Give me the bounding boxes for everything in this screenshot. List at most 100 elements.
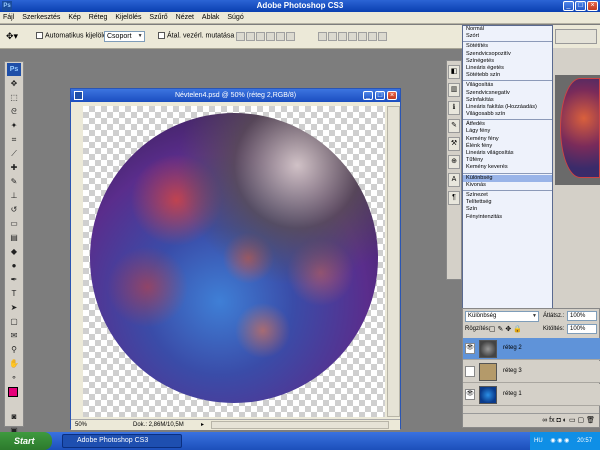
tool-presets-panel-icon[interactable]: ⚒	[448, 137, 460, 151]
align-hcenter-icon[interactable]	[276, 32, 285, 41]
doc-minimize-icon[interactable]: _	[363, 91, 373, 100]
blend-option[interactable]: Színfakítás	[463, 97, 552, 104]
blend-option[interactable]: Szín	[463, 206, 552, 213]
menu-image[interactable]: Kép	[65, 12, 83, 24]
menu-help[interactable]: Súgó	[224, 12, 246, 24]
blend-option[interactable]: Kemény keverés	[463, 164, 552, 171]
move-tool-icon[interactable]: ✥▾	[6, 31, 18, 42]
eyedropper-tool-icon[interactable]: ⚲	[7, 343, 21, 356]
auto-select-dropdown[interactable]: Csoport	[104, 31, 145, 42]
brush-tool-icon[interactable]: ✎	[7, 175, 21, 188]
zoom-level[interactable]: 50%	[75, 420, 87, 430]
distribute-hcenter-icon[interactable]	[358, 32, 367, 41]
shape-tool-icon[interactable]: ▢	[7, 315, 21, 328]
blend-option[interactable]: Kemény fény	[463, 136, 552, 143]
distribute-left-icon[interactable]	[348, 32, 357, 41]
blend-option[interactable]: Szendvicsnegatív	[463, 90, 552, 97]
blend-option[interactable]: Sötétítés	[463, 43, 552, 50]
menu-file[interactable]: Fájl	[0, 12, 17, 24]
menu-select[interactable]: Kijelölés	[112, 12, 144, 24]
distribute-top-icon[interactable]	[318, 32, 327, 41]
crop-tool-icon[interactable]: ⌗	[7, 133, 21, 146]
path-selection-tool-icon[interactable]: ➤	[7, 301, 21, 314]
blend-option[interactable]: Fényintenzitás	[463, 214, 552, 221]
menu-layer[interactable]: Réteg	[86, 12, 111, 24]
blend-option[interactable]: Lineáris fakítás (Hozzáadás)	[463, 104, 552, 111]
workspace-button[interactable]	[555, 29, 597, 44]
eye-icon[interactable]: 👁	[465, 389, 475, 400]
blend-option[interactable]: Normál	[463, 26, 552, 33]
dodge-tool-icon[interactable]: ●	[7, 259, 21, 272]
menu-view[interactable]: Nézet	[173, 12, 197, 24]
navigator-thumbnail[interactable]	[560, 78, 600, 178]
histogram-panel-icon[interactable]: ▥	[448, 83, 460, 97]
quick-mask-icon[interactable]: ◙	[7, 410, 21, 423]
lasso-tool-icon[interactable]: ᘓ	[7, 105, 21, 118]
fill-field[interactable]: 100%	[567, 324, 597, 334]
align-top-icon[interactable]	[236, 32, 245, 41]
distribute-right-icon[interactable]	[368, 32, 377, 41]
language-indicator[interactable]: HU	[534, 438, 543, 444]
brushes-panel-icon[interactable]: ✎	[448, 119, 460, 133]
close-icon[interactable]: ×	[587, 1, 598, 11]
clone-source-panel-icon[interactable]: ⊕	[448, 155, 460, 169]
menu-window[interactable]: Ablak	[199, 12, 223, 24]
horizontal-scrollbar[interactable]	[211, 421, 389, 429]
blend-option-selected[interactable]: Különbség	[463, 174, 552, 182]
blend-option[interactable]: Világosabb szín	[463, 111, 552, 118]
status-menu-icon[interactable]: ▸	[201, 420, 204, 430]
character-panel-icon[interactable]: A	[448, 173, 460, 187]
blend-option[interactable]: Sötétebb szín	[463, 72, 552, 79]
blend-option[interactable]: Tűfény	[463, 157, 552, 164]
healing-brush-tool-icon[interactable]: ✚	[7, 161, 21, 174]
eye-icon[interactable]: 👁	[465, 343, 475, 354]
group-icon[interactable]: ▭	[569, 417, 576, 424]
blend-option[interactable]: Színezet	[463, 192, 552, 199]
layer-row[interactable]: 👁 réteg 2	[463, 338, 600, 360]
blend-option[interactable]: Világosítás	[463, 82, 552, 89]
blend-mode-select[interactable]: Különbség	[465, 311, 539, 322]
menu-filter[interactable]: Szűrő	[146, 12, 170, 24]
notes-tool-icon[interactable]: ✉	[7, 329, 21, 342]
maximize-icon[interactable]: □	[575, 1, 586, 11]
distribute-vcenter-icon[interactable]	[328, 32, 337, 41]
slice-tool-icon[interactable]: ⟋	[7, 147, 21, 160]
blend-option[interactable]: Lineáris égetés	[463, 65, 552, 72]
new-layer-icon[interactable]: ▢	[578, 417, 585, 424]
vertical-scrollbar[interactable]	[387, 106, 400, 417]
color-swatches[interactable]	[7, 385, 22, 409]
doc-maximize-icon[interactable]: □	[375, 91, 385, 100]
blend-option[interactable]: Kivonás	[463, 182, 552, 189]
move-tool-icon[interactable]: ✥	[7, 77, 21, 90]
navigator-panel-icon[interactable]: ◧	[448, 65, 460, 79]
blend-option[interactable]: Lineáris világosítás	[463, 150, 552, 157]
doc-close-icon[interactable]: ×	[387, 91, 397, 100]
minimize-icon[interactable]: _	[563, 1, 574, 11]
document-canvas[interactable]	[83, 106, 385, 417]
align-bottom-icon[interactable]	[256, 32, 265, 41]
fx-icon[interactable]: fx	[549, 417, 554, 424]
tray-icons[interactable]: ◉ ◉ ◉	[550, 438, 569, 444]
history-brush-tool-icon[interactable]: ↺	[7, 203, 21, 216]
pen-tool-icon[interactable]: ✒	[7, 273, 21, 286]
align-vcenter-icon[interactable]	[246, 32, 255, 41]
start-button[interactable]: Start	[0, 432, 52, 450]
paragraph-panel-icon[interactable]: ¶	[448, 191, 460, 205]
link-icon[interactable]: ∞	[542, 417, 547, 424]
align-right-icon[interactable]	[286, 32, 295, 41]
layer-row[interactable]: 👁 réteg 1	[463, 384, 600, 406]
marquee-tool-icon[interactable]: ⬚	[7, 91, 21, 104]
blend-option[interactable]: Lágy fény	[463, 128, 552, 135]
eraser-tool-icon[interactable]: ▭	[7, 217, 21, 230]
lock-icons[interactable]: ▢ ✎ ✥ 🔒	[489, 325, 522, 333]
info-panel-icon[interactable]: ℹ	[448, 101, 460, 115]
blend-option[interactable]: Élénk fény	[463, 143, 552, 150]
blur-tool-icon[interactable]: ◆	[7, 245, 21, 258]
layers-footer-buttons[interactable]: ∞ fx ◘ ◐ ▭ ▢ 🗑	[463, 413, 599, 427]
blend-option[interactable]: Telítettség	[463, 199, 552, 206]
mask-icon[interactable]: ◘	[557, 417, 561, 424]
gradient-tool-icon[interactable]: ▤	[7, 231, 21, 244]
menu-edit[interactable]: Szerkesztés	[19, 12, 63, 24]
distribute-bottom-icon[interactable]	[338, 32, 347, 41]
zoom-tool-icon[interactable]: ⚬	[7, 371, 21, 384]
